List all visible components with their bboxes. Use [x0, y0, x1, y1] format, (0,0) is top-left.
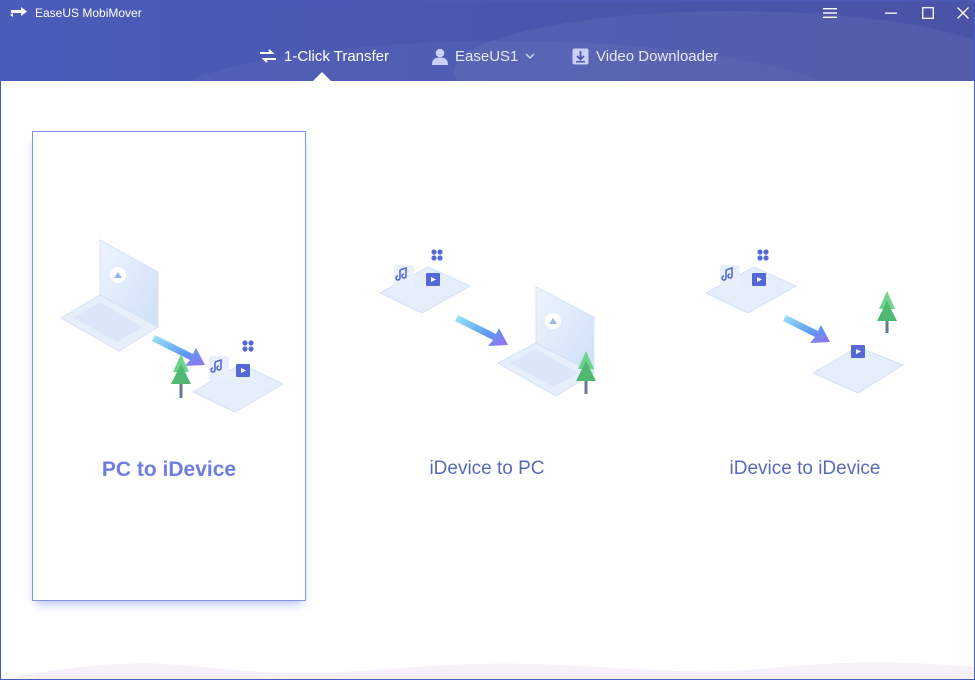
footer-decoration — [1, 662, 974, 679]
download-icon — [572, 48, 589, 64]
account-name: EaseUS1 — [455, 47, 519, 65]
header-bar: EaseUS MobiMover 1-Click Transfer EaseUS… — [1, 1, 974, 81]
idevice-to-pc-card[interactable]: iDevice to PC — [350, 131, 624, 601]
idevice-to-idevice-card[interactable]: iDevice to iDevice — [668, 131, 942, 601]
pc-to-idevice-card[interactable]: PC to iDevice — [32, 131, 306, 601]
maximize-button[interactable] — [911, 1, 945, 25]
window-title: EaseUS MobiMover — [35, 6, 142, 20]
transfer-arrows-icon — [260, 49, 276, 63]
app-window: EaseUS MobiMover 1-Click Transfer EaseUS… — [0, 0, 975, 680]
pc-to-idevice-illustration — [60, 239, 285, 413]
idevice-to-idevice-illustration — [704, 249, 905, 394]
card-label: PC to iDevice — [101, 458, 237, 481]
minimize-icon — [885, 12, 897, 14]
card-label: iDevice to iDevice — [729, 458, 881, 479]
main-nav: 1-Click Transfer EaseUS1 Video Downloade… — [1, 41, 974, 71]
chevron-down-icon — [525, 52, 535, 59]
close-icon — [957, 7, 969, 19]
app-logo-icon — [10, 7, 27, 17]
account-menu[interactable]: EaseUS1 — [432, 41, 535, 71]
active-tab-indicator — [313, 72, 331, 81]
tab-video-downloader[interactable]: Video Downloader — [572, 41, 718, 71]
card-label: iDevice to PC — [429, 458, 545, 479]
maximize-icon — [922, 7, 934, 19]
tab-1-click-transfer[interactable]: 1-Click Transfer — [259, 41, 389, 71]
minimize-button[interactable] — [874, 1, 908, 25]
hamburger-menu-icon — [823, 8, 837, 18]
menu-button[interactable] — [813, 1, 847, 25]
title-bar: EaseUS MobiMover — [1, 1, 974, 25]
tab-label: 1-Click Transfer — [284, 47, 390, 65]
idevice-to-pc-illustration — [378, 249, 596, 397]
user-icon — [432, 48, 448, 65]
close-button[interactable] — [946, 1, 974, 25]
tab-label: Video Downloader — [596, 47, 719, 65]
